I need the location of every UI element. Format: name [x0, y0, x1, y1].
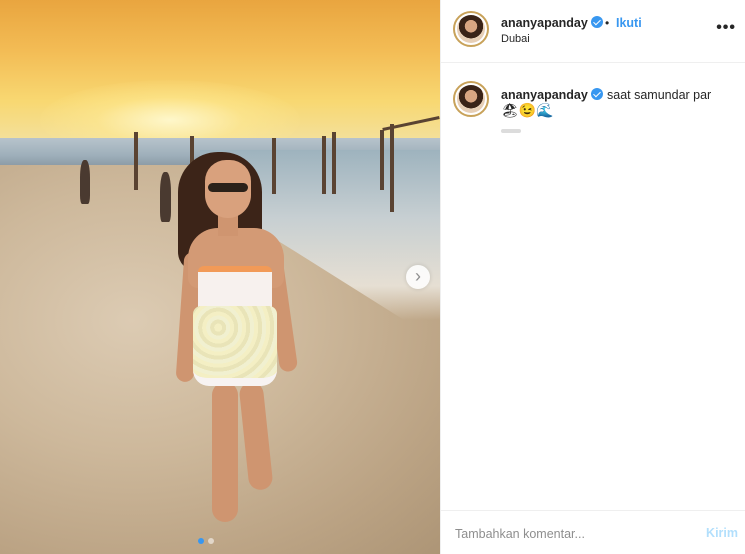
subject-leg: [238, 381, 274, 491]
post-sidebar: ananyapanday • Ikuti Dubai ••• ananyapan…: [440, 0, 745, 554]
follow-button[interactable]: Ikuti: [616, 16, 642, 30]
caption-timestamp-faded: [501, 129, 521, 133]
verified-badge-icon: [590, 88, 603, 100]
post-photo[interactable]: ›: [0, 0, 440, 554]
carousel-dot: [208, 538, 214, 544]
carousel-next-button[interactable]: ›: [406, 265, 430, 289]
caption-emojis: 🏖😉🌊: [501, 102, 554, 118]
post-header: ananyapanday • Ikuti Dubai •••: [441, 0, 745, 63]
comment-bar: Kirim: [441, 510, 745, 554]
username-link[interactable]: ananyapanday: [501, 16, 603, 30]
chevron-right-icon: ›: [415, 266, 421, 286]
subject: [0, 0, 440, 554]
more-options-icon[interactable]: •••: [716, 19, 736, 37]
comment-input[interactable]: [455, 525, 665, 543]
username-text: ananyapanday: [501, 88, 588, 102]
carousel-dots: [198, 538, 214, 544]
location-link[interactable]: Dubai: [501, 33, 530, 45]
carousel-dot-active: [198, 538, 204, 544]
avatar[interactable]: [453, 11, 489, 47]
separator-bullet: •: [605, 16, 610, 30]
caption-username-link[interactable]: ananyapanday: [501, 88, 603, 102]
send-button[interactable]: Kirim: [706, 526, 738, 540]
subject-skirt: [193, 306, 277, 386]
verified-badge-icon: [590, 16, 603, 28]
username-text: ananyapanday: [501, 16, 588, 30]
sunglasses: [208, 183, 248, 192]
avatar[interactable]: [453, 81, 489, 117]
caption-text: saat samundar par: [607, 88, 712, 102]
subject-leg: [212, 382, 238, 522]
